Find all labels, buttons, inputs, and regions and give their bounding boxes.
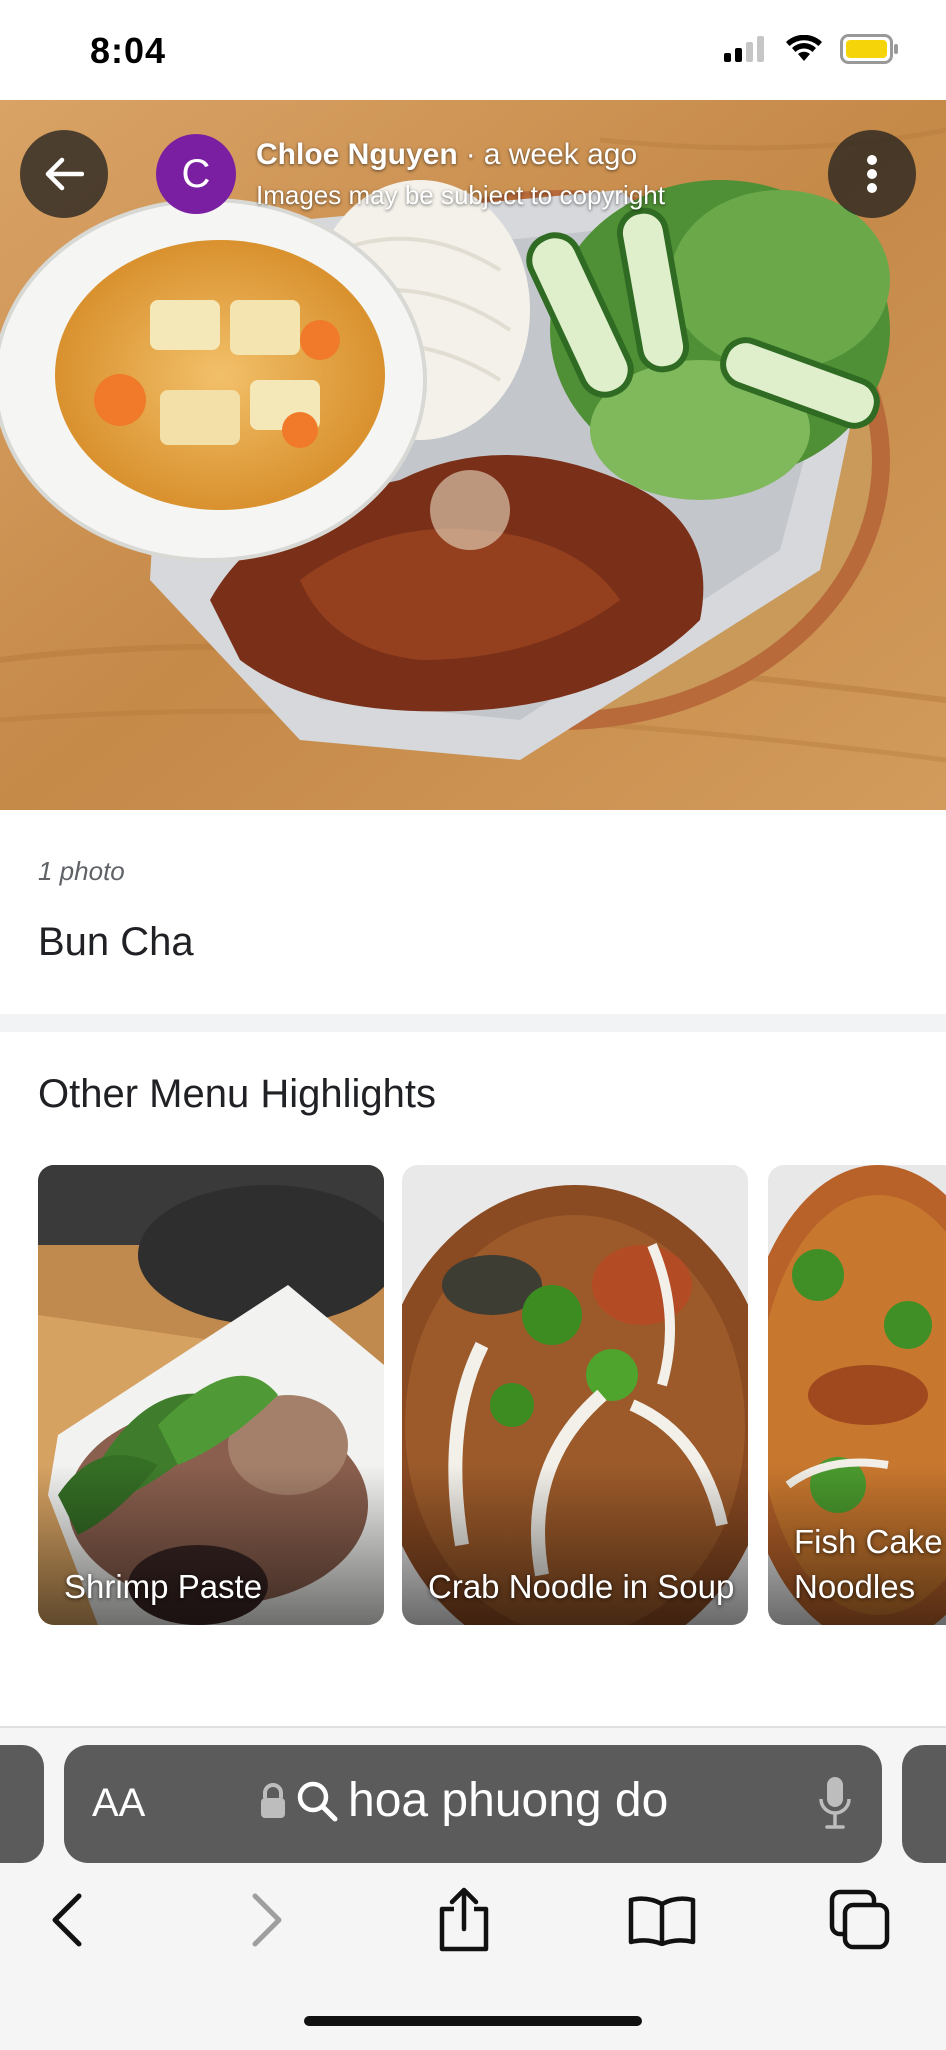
arrow-left-icon [45,157,84,191]
share-button[interactable] [424,1880,504,1960]
highlight-card-fish-cake-noodles[interactable]: Fish Cake Noodles [768,1165,946,1625]
tabs-icon [829,1889,890,1950]
wifi-icon [786,35,822,61]
lock-icon [261,1782,285,1818]
card-label: Crab Noodle in Soup [428,1568,735,1605]
author-name: Chloe Nguyen [256,138,458,171]
search-icon [297,1781,338,1821]
microphone-icon[interactable] [818,1775,852,1831]
home-indicator [304,2016,642,2026]
card-label: Fish Cake Noodles [794,1523,943,1605]
address-field[interactable]: hoa phuong do [260,1773,668,1828]
battery-icon [840,34,898,64]
address-text: hoa phuong do [348,1774,669,1827]
back-nav-button[interactable] [26,1880,106,1960]
chevron-left-icon [52,1893,82,1947]
card-label: Shrimp Paste [64,1568,263,1605]
forward-nav-button[interactable] [228,1880,308,1960]
more-options-button[interactable] [828,130,916,218]
tabs-button[interactable] [820,1880,900,1960]
text-size-button[interactable]: AA [92,1781,145,1826]
highlight-card-shrimp-paste[interactable]: Shrimp Paste [38,1165,384,1625]
chevron-right-icon [252,1893,282,1947]
more-vertical-icon [867,155,877,193]
status-bar: 8:04 [0,0,946,100]
book-icon [628,1896,696,1946]
section-divider [0,1014,946,1032]
copyright-note: Images may be subject to copyright [256,180,665,210]
signal-icon [724,36,764,62]
avatar[interactable]: C [156,134,236,214]
highlights-title: Other Menu Highlights [38,1072,436,1116]
photo-count: 1 photo [38,856,125,886]
address-bar[interactable]: AA hoa phuong do [64,1745,882,1863]
photo-author[interactable]: Chloe Nguyen · a week ago [256,138,637,172]
status-icons [724,34,900,64]
posted-time: a week ago [483,138,638,171]
dish-title: Bun Cha [38,920,194,964]
bookmarks-button[interactable] [622,1880,702,1960]
previous-tab-preview[interactable] [0,1745,44,1863]
browser-nav [0,1880,946,1960]
highlight-card-crab-noodle-soup[interactable]: Crab Noodle in Soup [402,1165,748,1625]
separator-dot: · [465,138,476,171]
share-icon [439,1887,489,1952]
back-button[interactable] [20,130,108,218]
status-time: 8:04 [90,30,167,71]
next-tab-preview[interactable] [902,1745,946,1863]
